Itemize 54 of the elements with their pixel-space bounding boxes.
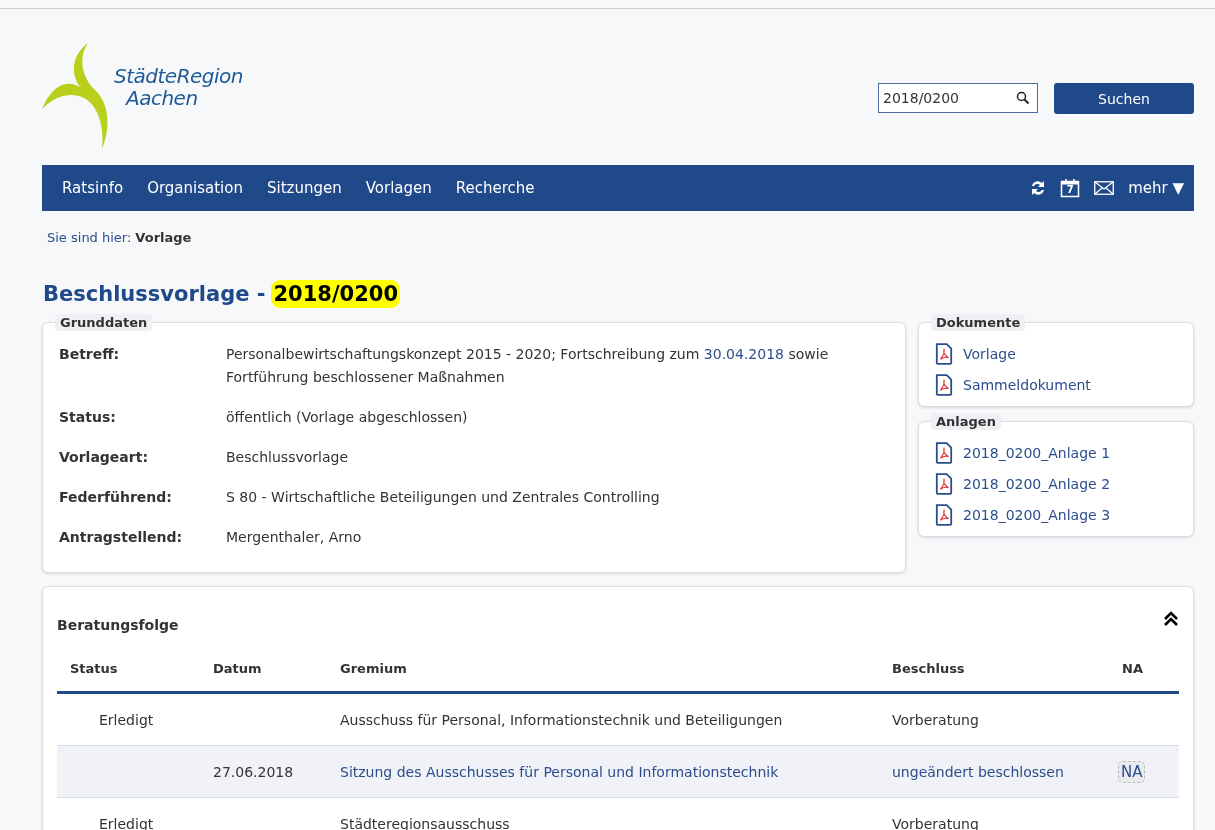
- card-legend: Grunddaten: [55, 314, 153, 331]
- document-link[interactable]: Vorlage: [963, 346, 1016, 362]
- date-link[interactable]: 30.04.2018: [703, 346, 784, 362]
- search-field[interactable]: 2018/0200: [878, 83, 1038, 113]
- document-link[interactable]: 2018_0200_Anlage 2: [963, 476, 1111, 492]
- nav-item[interactable]: Recherche: [455, 179, 535, 197]
- field-label: Antragstellend:: [59, 528, 184, 547]
- pdf-icon: [935, 473, 953, 495]
- column-header: NA: [1122, 660, 1143, 676]
- table-cell: Ausschuss für Personal, Informationstechnik und Beteiligungen: [340, 711, 783, 728]
- field-value: S 80 - Wirtschaftliche Beteiligungen und Zentrales Controlling: [226, 488, 661, 507]
- sync-icon[interactable]: [1030, 179, 1047, 197]
- nav-item[interactable]: Vorlagen: [365, 179, 432, 197]
- field-label: Federführend:: [59, 488, 173, 507]
- field-value: Personalbewirtschaftungskonzept 2015 - 2020; Fortschreibung zum 30.04.2018 sowie Fortführung beschlossener Maßnahmen: [226, 345, 830, 387]
- calendar-icon[interactable]: 7: [1060, 178, 1081, 198]
- table-cell: Erledigt: [99, 711, 154, 728]
- field-label: Betreff:: [59, 345, 121, 364]
- section-title: Beratungsfolge: [57, 617, 179, 633]
- document-link[interactable]: Sammeldokument: [963, 377, 1091, 393]
- pdf-icon: [935, 343, 953, 365]
- nav-item[interactable]: Organisation: [147, 179, 243, 197]
- field-value: öffentlich (Vorlage abgeschlossen): [226, 408, 469, 427]
- logo-text: Aachen: [126, 87, 198, 109]
- table-cell: 27.06.2018: [213, 763, 294, 780]
- pdf-icon: [935, 374, 953, 396]
- collapse-icon[interactable]: [1163, 611, 1179, 627]
- card-legend: Dokumente: [931, 314, 1026, 331]
- column-header: Gremium: [340, 660, 407, 676]
- table-cell: Vorberatung: [892, 711, 979, 728]
- field-value: Beschlussvorlage: [226, 448, 349, 467]
- mail-icon[interactable]: [1094, 181, 1115, 195]
- logo-text: StädteRegion: [114, 65, 243, 87]
- highlighted-number: 2018/0200: [271, 280, 401, 308]
- pdf-icon: [935, 442, 953, 464]
- breadcrumb-current: Vorlage: [135, 230, 192, 245]
- column-header: Beschluss: [892, 660, 965, 676]
- column-header: Datum: [213, 660, 262, 676]
- card-legend: Anlagen: [931, 413, 1001, 430]
- more-menu[interactable]: mehr ▼: [1128, 179, 1184, 197]
- column-header: Status: [70, 660, 118, 676]
- na-badge-link[interactable]: NA: [1118, 760, 1146, 783]
- search-icon: [1016, 91, 1030, 105]
- field-label: Status:: [59, 408, 117, 427]
- page-title: Beschlussvorlage -: [43, 282, 266, 306]
- document-link[interactable]: 2018_0200_Anlage 1: [963, 445, 1111, 461]
- pdf-icon: [935, 504, 953, 526]
- field-label: Vorlageart:: [59, 448, 149, 467]
- field-value: Mergenthaler, Arno: [226, 528, 363, 547]
- search-button[interactable]: Suchen: [1054, 83, 1194, 114]
- document-link[interactable]: 2018_0200_Anlage 3: [963, 507, 1111, 523]
- nav-item[interactable]: Ratsinfo: [62, 179, 124, 197]
- breadcrumb-label: Sie sind hier:: [47, 230, 132, 245]
- nav-item[interactable]: Sitzungen: [266, 179, 342, 197]
